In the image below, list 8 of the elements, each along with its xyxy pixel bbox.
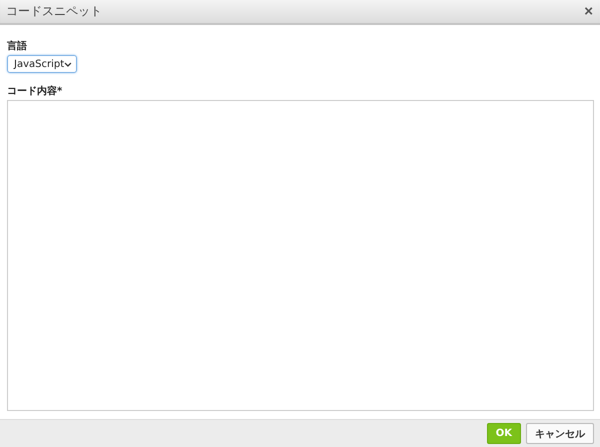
- code-input-field[interactable]: [7, 100, 594, 411]
- language-label: 言語: [7, 39, 28, 53]
- code-label: コード内容*: [7, 84, 64, 98]
- close-button[interactable]: ×: [584, 4, 593, 19]
- cancel-button[interactable]: キャンセル: [526, 423, 594, 444]
- language-select[interactable]: JavaScript: [7, 55, 77, 73]
- chevron-down-icon: [64, 62, 72, 66]
- dialog-title: コードスニペット: [6, 3, 102, 20]
